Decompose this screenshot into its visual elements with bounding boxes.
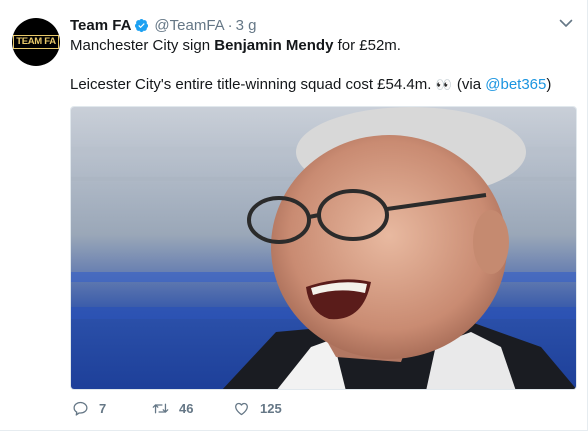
chevron-down-icon[interactable] (559, 16, 573, 30)
tweet-photo[interactable] (70, 106, 577, 390)
like-count: 125 (260, 401, 282, 416)
like-button[interactable]: 125 (233, 400, 313, 417)
user-handle[interactable]: @TeamFA (154, 17, 224, 34)
tweet-text-prefix: Manchester City sign (70, 37, 215, 54)
tweet-header: Team FA @TeamFA · 3 g (70, 15, 257, 35)
avatar-logo: TEAM FA (13, 35, 59, 49)
display-name[interactable]: Team FA (70, 17, 131, 34)
separator-dot: · (227, 16, 233, 34)
tweet-text-line-1: Manchester City sign Benjamin Mendy for … (70, 36, 401, 56)
timestamp[interactable]: 3 g (236, 17, 257, 34)
verified-badge-icon (134, 18, 149, 33)
reply-count: 7 (99, 401, 107, 416)
mention-link[interactable]: @bet365 (485, 76, 546, 93)
tweet-text-suffix: for £52m. (333, 37, 401, 54)
heart-icon (235, 402, 248, 416)
eyes-emoji: 👀 (435, 77, 453, 92)
via-close: ) (546, 76, 552, 93)
retweet-button[interactable]: 46 (152, 400, 233, 417)
via-open: (via (456, 76, 482, 93)
avatar[interactable]: TEAM FA (12, 18, 60, 66)
reply-button[interactable]: 7 (72, 400, 152, 417)
tweet-card[interactable]: TEAM FA Team FA @TeamFA · 3 g Manchester… (0, 0, 588, 431)
tweet-text-bold: Benjamin Mendy (214, 37, 334, 54)
reply-icon (73, 401, 88, 416)
tweet-actions: 7 46 125 (72, 400, 313, 417)
retweet-icon (152, 403, 169, 414)
tweet-text-line-2: Leicester City's entire title-winning sq… (70, 75, 551, 95)
retweet-count: 46 (179, 401, 194, 416)
tweet-text-body: Leicester City's entire title-winning sq… (70, 76, 432, 93)
photo-illustration (71, 107, 576, 389)
